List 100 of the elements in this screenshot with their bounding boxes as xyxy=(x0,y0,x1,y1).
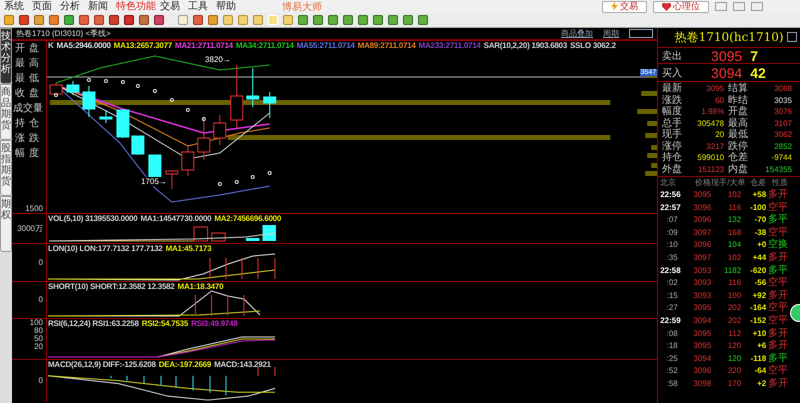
mind-button[interactable]: 心理位 xyxy=(653,0,709,12)
field-label: 收盘 xyxy=(15,89,43,99)
legend-text: RSI2:54.7535 xyxy=(142,319,188,329)
tick-time: 22:57 xyxy=(660,202,682,214)
tick-nature: 空平 xyxy=(767,202,788,214)
toolbar-tile-icon[interactable] xyxy=(124,15,134,25)
menu-item[interactable]: 分析 xyxy=(60,0,88,12)
tick-diff: -56 xyxy=(754,277,766,290)
tick-diff: -152 xyxy=(749,314,766,327)
side-tab[interactable]: 商品期货 xyxy=(0,84,12,140)
tick-volume: 112 xyxy=(727,328,742,340)
volume-profile-bar xyxy=(647,153,658,158)
legend-text: LON(10) LON:177.7132 177.7132 xyxy=(48,244,163,254)
volume-profile-bar xyxy=(645,133,658,138)
timeframe-tile-icon[interactable] xyxy=(358,15,368,25)
tick-price: 3093 xyxy=(692,277,712,290)
legend-text: MA2:7456696.6000 xyxy=(214,214,282,224)
timeframe-tile-icon[interactable] xyxy=(373,15,383,25)
toolbar-tile-icon[interactable] xyxy=(109,15,119,25)
toolbar-tile-icon[interactable] xyxy=(139,15,149,25)
side-tab[interactable]: 技术分析 xyxy=(0,28,12,84)
timeframe-tile-icon[interactable] xyxy=(343,15,353,25)
stat-value: -9744 xyxy=(770,152,793,164)
legend-text: MA233:2711.0714 xyxy=(418,41,481,51)
heart-icon xyxy=(662,2,671,10)
tick-price: 3096 xyxy=(692,239,712,252)
tick-time: :18 xyxy=(666,340,679,352)
volume-profile-bar xyxy=(651,145,658,150)
toolbar-tile-icon[interactable] xyxy=(19,15,29,25)
side-tab[interactable]: 股指期货 xyxy=(0,140,12,196)
toolbar-tile-icon[interactable] xyxy=(34,15,44,25)
volume-profile-bar xyxy=(651,163,658,168)
axis-label: 0 xyxy=(38,377,43,385)
tick-diff: -164 xyxy=(749,302,766,314)
tick-nature: 多平 xyxy=(767,352,788,364)
timeframe-tile-icon[interactable] xyxy=(418,15,428,25)
period-tile-icon[interactable] xyxy=(238,15,248,25)
volume-profile-bar xyxy=(645,171,658,176)
legend-text: MA1:14547730.0000 xyxy=(140,214,212,224)
chart-title: 热卷1710 (DI3010) <季线> xyxy=(16,28,112,39)
sar-dot xyxy=(234,180,239,184)
sar-dot xyxy=(120,80,125,84)
axis-label: 20 xyxy=(34,343,43,351)
toolbar-tile-icon[interactable] xyxy=(79,15,89,25)
menu-item[interactable]: 工具 xyxy=(188,0,216,12)
timeframe-tile-icon[interactable] xyxy=(313,15,323,25)
legend-text: MA21:2711.0714 xyxy=(174,41,233,51)
lightning-icon xyxy=(611,2,618,11)
low-price-label: 1705→ xyxy=(141,177,167,186)
tick-price: 3094 xyxy=(692,352,712,365)
menu-item[interactable]: 系统 xyxy=(4,0,32,12)
timeframe-tile-icon[interactable] xyxy=(403,15,413,25)
stat-label: 最高 xyxy=(728,118,750,129)
axis-label: 50 xyxy=(34,335,43,343)
window-icon[interactable] xyxy=(787,32,797,42)
period-tile-icon[interactable] xyxy=(178,15,188,25)
toolbar-tile-icon[interactable] xyxy=(94,15,104,25)
period-tile-icon[interactable] xyxy=(208,15,218,25)
field-label: 成交量 xyxy=(13,104,43,114)
legend-text: SAR(10,2,20) 1903.6803 xyxy=(484,41,568,51)
toolbar-tile-icon[interactable] xyxy=(4,15,14,25)
axis-label: 3000万 xyxy=(17,224,43,232)
candlestick xyxy=(66,80,80,96)
period-tile-icon[interactable] xyxy=(193,15,203,25)
timeframe-tile-icon[interactable] xyxy=(328,15,338,25)
menu-item[interactable]: 帮助 xyxy=(216,0,244,12)
menu-item[interactable]: 新闻 xyxy=(88,0,116,12)
tick-price: 3093 xyxy=(692,264,712,277)
range-icon[interactable] xyxy=(629,29,654,38)
axis-label: 0 xyxy=(38,258,43,266)
tick-price: 3096 xyxy=(692,214,712,226)
tick-volume: 120 xyxy=(726,340,742,352)
tick-volume: 132 xyxy=(726,214,742,226)
side-tab[interactable]: 期权 xyxy=(0,196,12,252)
toolbar-tile-icon[interactable] xyxy=(49,15,59,25)
menu-item[interactable]: 页面 xyxy=(32,0,60,12)
axis-label: 80 xyxy=(34,327,43,335)
toolbar-tile-icon[interactable] xyxy=(154,15,164,25)
timeframe-tile-icon[interactable] xyxy=(388,15,398,25)
menu-item[interactable]: 特色功能 xyxy=(116,0,160,12)
tick-price: 3096 xyxy=(692,365,712,378)
header-link[interactable]: 商品叠加 xyxy=(561,28,594,39)
header-link[interactable]: 周期 xyxy=(603,28,620,39)
legend-text: MA13:2657.3077 xyxy=(114,41,172,51)
tick-time: :52 xyxy=(666,365,679,378)
toolbar-tile-icon[interactable] xyxy=(64,15,74,25)
period-tile-icon[interactable] xyxy=(283,15,293,25)
tick-diff: -38 xyxy=(754,226,766,239)
timeframe-tile-icon[interactable] xyxy=(298,15,308,25)
period-tile-icon[interactable] xyxy=(223,15,233,25)
stat-label: 内盘 xyxy=(728,164,750,175)
stat-label: 跌停 xyxy=(728,140,750,152)
trade-button[interactable]: 交易 xyxy=(602,0,647,12)
sar-dot xyxy=(202,117,206,121)
tick-nature: 多平 xyxy=(767,214,788,226)
menu-item[interactable]: 交易 xyxy=(160,0,188,12)
column-header: 价格 xyxy=(694,177,712,189)
tick-diff: -70 xyxy=(754,214,766,226)
stat-value: 154355 xyxy=(764,164,793,175)
period-tile-icon[interactable] xyxy=(253,15,263,25)
